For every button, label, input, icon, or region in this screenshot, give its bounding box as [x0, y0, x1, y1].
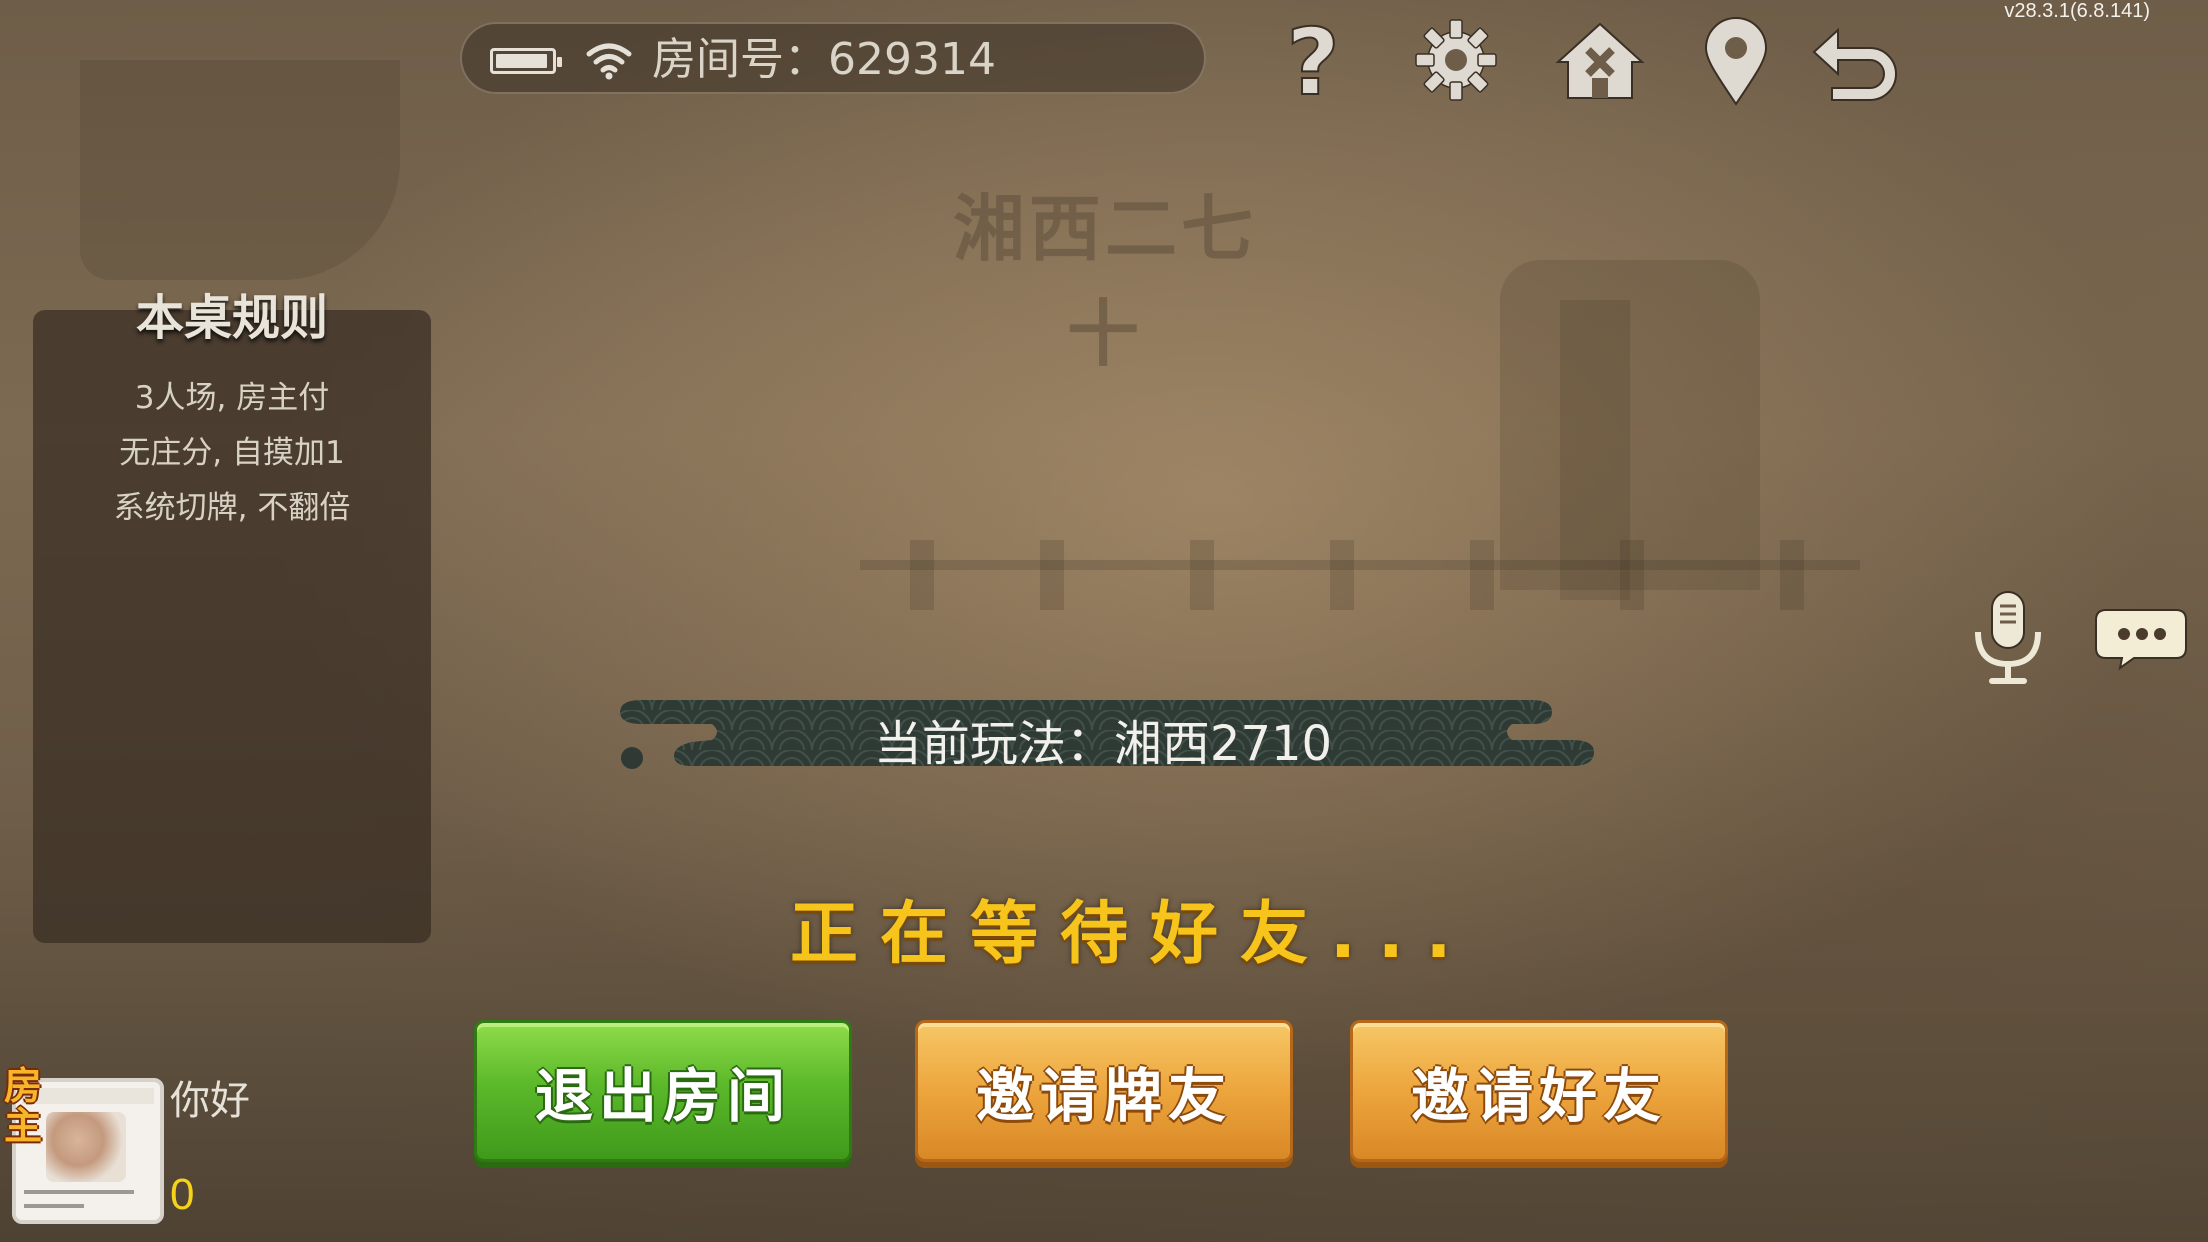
gear-icon[interactable]: [1408, 12, 1504, 108]
background-bridge-post: [1620, 540, 1644, 610]
player-name: 你好: [170, 1078, 250, 1124]
game-title-watermark: 湘西二七十: [952, 187, 1257, 376]
current-mode-label: 当前玩法：湘西2710: [873, 716, 1333, 772]
invite-friends-button[interactable]: 邀请好友: [1350, 1020, 1728, 1162]
background-bridge-post: [1190, 540, 1214, 610]
player-score: 0: [170, 1170, 195, 1219]
avatar-image-line: [24, 1190, 134, 1194]
rule-line: 无庄分, 自摸加1: [119, 435, 345, 471]
avatar-image-line: [24, 1204, 84, 1208]
background-bridge-post: [910, 540, 934, 610]
background-bridge-post: [1330, 540, 1354, 610]
background-bridge-post: [1040, 540, 1064, 610]
background-bridge-post: [1780, 540, 1804, 610]
rule-line: 系统切牌, 不翻倍: [113, 490, 351, 526]
game-room-screen: 房间号：629314 ? v28.3.1(6.8.141) 湘西二七十 本桌规则…: [0, 0, 2208, 1242]
wifi-icon: [586, 43, 632, 80]
avatar-image: [46, 1112, 126, 1182]
microphone-icon[interactable]: [1968, 588, 2048, 688]
svg-text:?: ?: [1286, 12, 1339, 108]
battery-icon: [490, 48, 562, 74]
background-bridge: [860, 560, 1860, 640]
back-arrow-icon[interactable]: [1808, 12, 1904, 108]
rule-line: 3人场, 房主付: [134, 380, 330, 416]
table-rules-title: 本桌规则: [135, 290, 328, 346]
version-label: v28.3.1(6.8.141): [2004, 0, 2150, 22]
room-owner-badge: 房主: [4, 1064, 43, 1148]
room-status-bar: 房间号：629314: [460, 22, 1206, 94]
home-icon[interactable]: [1552, 12, 1648, 108]
background-bridge-post: [1470, 540, 1494, 610]
chat-bubble-icon[interactable]: [2094, 608, 2188, 670]
waiting-status-text: 正在等待好友...: [790, 895, 1474, 974]
exit-room-button[interactable]: 退出房间: [474, 1020, 852, 1162]
background-scenery: [80, 60, 400, 280]
room-number: 房间号：629314: [652, 34, 996, 85]
help-icon[interactable]: ?: [1265, 12, 1361, 108]
invite-card-friends-button[interactable]: 邀请牌友: [915, 1020, 1293, 1162]
location-pin-icon[interactable]: [1688, 12, 1784, 108]
